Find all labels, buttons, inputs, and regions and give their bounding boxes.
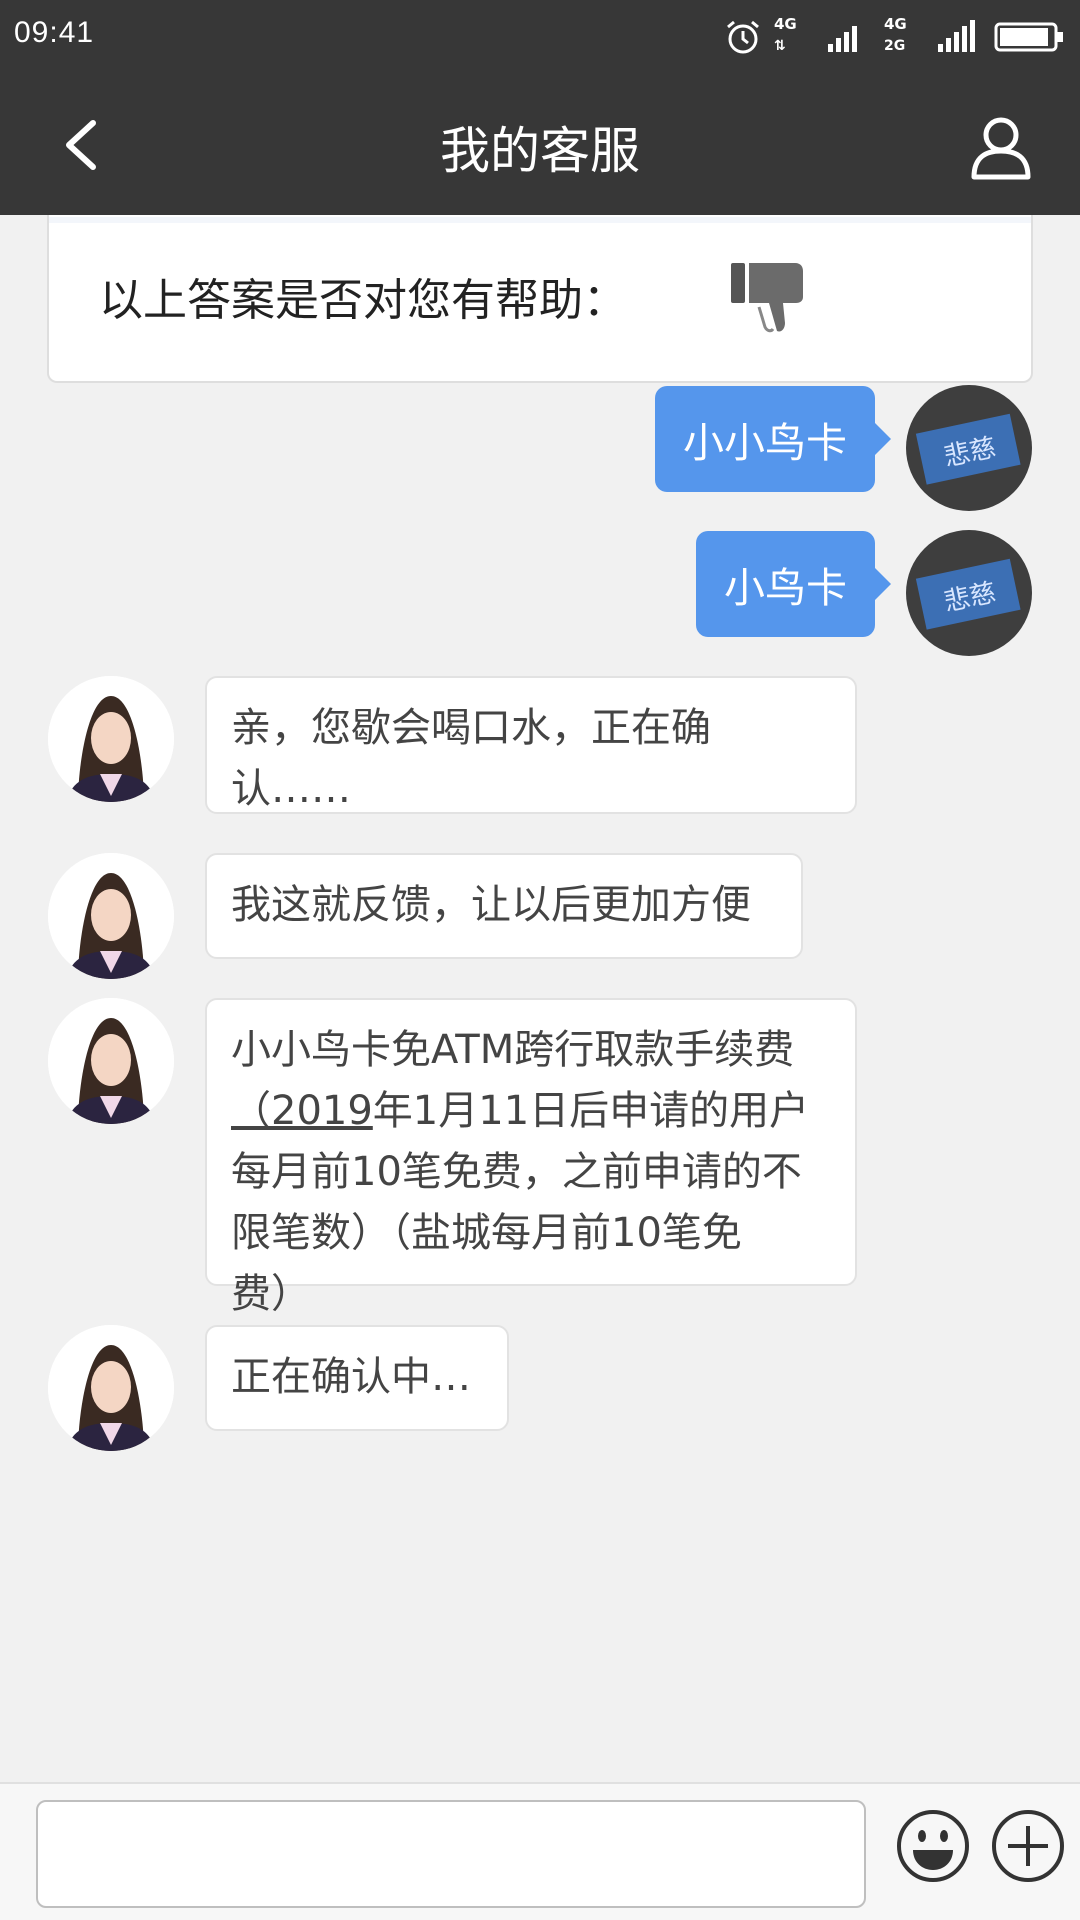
user-avatar-image: 悲慈 xyxy=(906,385,1032,511)
user-message-bubble[interactable]: 小鸟卡 xyxy=(696,531,891,637)
network-label-2g: 2G xyxy=(884,38,906,54)
chat-area[interactable]: 以上答案是否对您有帮助： 小小鸟卡 悲慈 小鸟卡 悲慈 亲，您歇会喝口水，正在确… xyxy=(0,215,1080,1782)
message-input[interactable] xyxy=(36,1800,866,1908)
page-title: 我的客服 xyxy=(440,122,640,180)
agent-message-bubble[interactable]: 正在确认中… xyxy=(205,1325,509,1431)
data-arrows-icon: ⇅ xyxy=(774,38,786,54)
emoji-icon[interactable] xyxy=(895,1808,971,1884)
profile-icon[interactable] xyxy=(966,111,1036,181)
network-type-1: 4G ⇅ xyxy=(774,14,814,60)
input-bar xyxy=(0,1782,1080,1920)
agent-message-bubble[interactable]: 亲，您歇会喝口水，正在确 认…… xyxy=(205,676,857,814)
network-type-2: 4G 2G xyxy=(884,14,924,60)
user-avatar[interactable]: 悲慈 xyxy=(906,530,1032,656)
user-message-bubble[interactable]: 小小鸟卡 xyxy=(655,386,891,492)
status-time: 09:41 xyxy=(14,16,95,49)
signal-icon-1 xyxy=(828,26,857,52)
message-line: 每月前10笔免费，之前申请的不 xyxy=(231,1149,802,1195)
agent-message-bubble[interactable]: 我这就反馈，让以后更加方便 xyxy=(205,853,803,959)
user-avatar[interactable]: 悲慈 xyxy=(906,385,1032,511)
agent-avatar-image xyxy=(48,998,174,1124)
title-bar: 我的客服 xyxy=(0,75,1080,215)
thumbs-down-icon[interactable] xyxy=(729,257,819,337)
agent-avatar-image xyxy=(48,853,174,979)
alarm-icon xyxy=(727,20,759,54)
message-line: 小小鸟卡免ATM跨行取款手续费 xyxy=(231,1027,795,1073)
status-bar: 09:41 4G ⇅ 4G 2G xyxy=(0,0,1080,75)
agent-avatar[interactable] xyxy=(48,998,174,1124)
agent-avatar-image xyxy=(48,676,174,802)
status-icons: 4G ⇅ 4G 2G xyxy=(724,12,1066,62)
agent-avatar-image xyxy=(48,1325,174,1451)
agent-avatar[interactable] xyxy=(48,853,174,979)
message-line: （2019年1月11日后申请的用户 xyxy=(231,1081,831,1142)
message-line: 正在确认中… xyxy=(231,1354,471,1400)
network-label-4g-2: 4G xyxy=(884,15,907,33)
network-label-4g: 4G xyxy=(774,15,797,33)
user-avatar-image: 悲慈 xyxy=(906,530,1032,656)
agent-avatar[interactable] xyxy=(48,676,174,802)
feedback-card: 以上答案是否对您有帮助： xyxy=(47,215,1033,383)
message-line: 费） xyxy=(231,1271,311,1317)
message-line: 亲，您歇会喝口水，正在确 xyxy=(231,705,711,751)
plus-icon[interactable] xyxy=(990,1808,1066,1884)
message-line: 我这就反馈，让以后更加方便 xyxy=(231,882,751,928)
card-top-strip xyxy=(49,217,1031,223)
battery-icon xyxy=(994,22,1063,52)
message-line: 认…… xyxy=(231,766,351,812)
message-line: 限笔数）（盐城每月前10笔免 xyxy=(231,1210,742,1256)
message-line-rest: 年1月11日后申请的用户 xyxy=(372,1088,810,1134)
agent-message-bubble[interactable]: 小小鸟卡免ATM跨行取款手续费 （2019年1月11日后申请的用户 每月前10笔… xyxy=(205,998,857,1317)
feedback-question: 以上答案是否对您有帮助： xyxy=(99,275,627,326)
underlined-text: （2019 xyxy=(231,1088,373,1134)
signal-icon-2 xyxy=(938,20,975,52)
agent-avatar[interactable] xyxy=(48,1325,174,1451)
